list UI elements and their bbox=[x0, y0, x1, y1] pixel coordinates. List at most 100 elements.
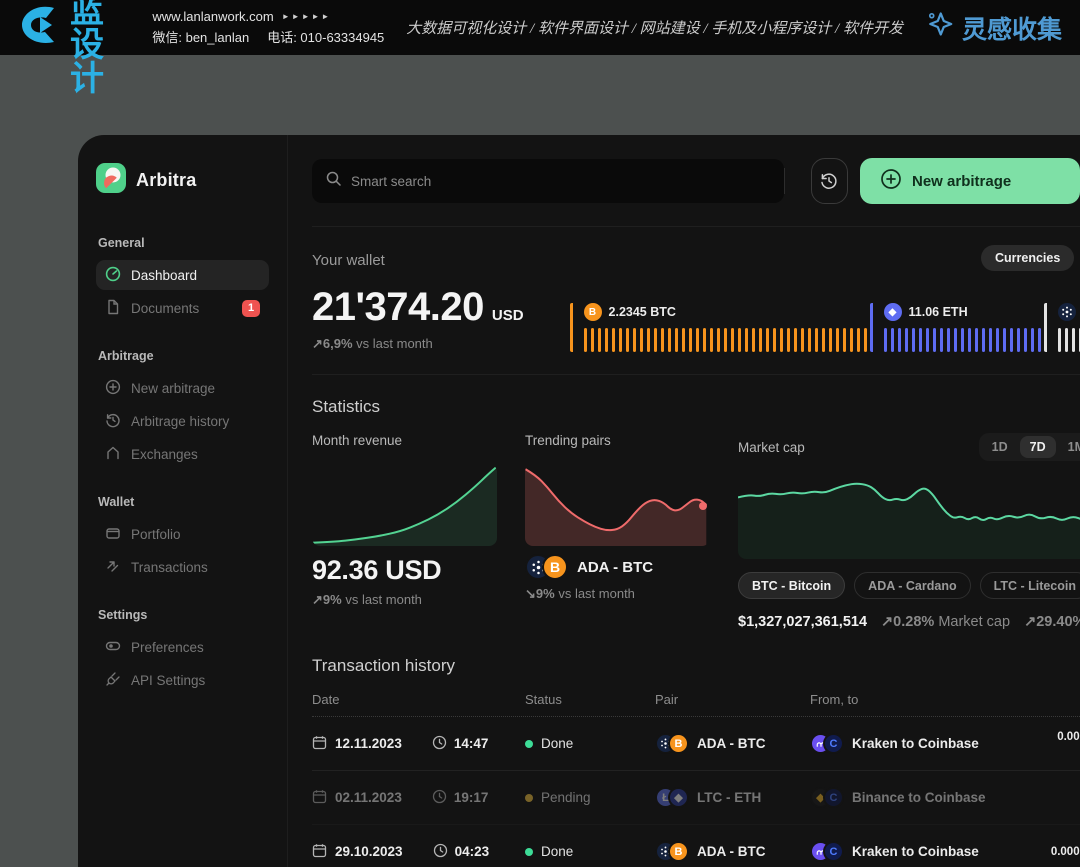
trend-up-icon: ↗ bbox=[1024, 614, 1036, 630]
status-badge: Done bbox=[541, 844, 573, 859]
banner-wechat: 微信: ben_lanlan bbox=[152, 27, 249, 46]
trending-pairs-label: Trending pairs bbox=[525, 433, 710, 448]
dashboard-gauge-icon bbox=[105, 266, 121, 285]
sidebar-item-documents[interactable]: Documents 1 bbox=[96, 293, 269, 323]
sidebar-item-label: Arbitrage history bbox=[131, 414, 229, 429]
sidebar-section-settings: Settings bbox=[98, 608, 269, 622]
wallet-icon bbox=[105, 525, 121, 544]
transaction-history-title: Transaction history bbox=[312, 656, 1080, 676]
tx-time-value: 14:47 bbox=[454, 736, 489, 751]
sidebar-item-portfolio[interactable]: Portfolio bbox=[96, 519, 269, 549]
holding-btc[interactable]: B 2.2345 BTC bbox=[570, 303, 867, 352]
new-arbitrage-button[interactable]: New arbitrage bbox=[860, 158, 1080, 204]
holding-amount: 11.06 ETH bbox=[909, 305, 968, 319]
range-1d[interactable]: 1D bbox=[982, 436, 1018, 458]
sidebar-item-dashboard[interactable]: Dashboard bbox=[96, 260, 269, 290]
holding-amount: 2.2345 BTC bbox=[609, 305, 676, 319]
sidebar-item-label: API Settings bbox=[131, 673, 205, 688]
holding-eth[interactable]: ◆ 11.06 ETH bbox=[870, 303, 1041, 352]
status-pending-dot bbox=[525, 794, 533, 802]
pill-ltc-litecoin[interactable]: LTC - Litecoin bbox=[980, 572, 1080, 599]
ada-icon bbox=[1058, 303, 1076, 321]
sidebar-item-label: Exchanges bbox=[131, 447, 198, 462]
tx-route-label: Kraken to Coinbase bbox=[852, 844, 979, 859]
tx-pair-label: LTC - ETH bbox=[697, 790, 761, 805]
pill-btc-bitcoin[interactable]: BTC - Bitcoin bbox=[738, 572, 845, 599]
market-cap-chart bbox=[738, 471, 1080, 559]
trending-pair: B ADA - BTC bbox=[525, 554, 710, 580]
sidebar-item-exchanges[interactable]: Exchanges bbox=[96, 439, 269, 469]
sidebar-item-preferences[interactable]: Preferences bbox=[96, 632, 269, 662]
trending-pairs-card: Trending pairs B ADA - BTC ↘9% bbox=[525, 433, 710, 630]
sidebar-item-arbitrage-history[interactable]: Arbitrage history bbox=[96, 406, 269, 436]
volume-delta: ↗29.40% Volume (24h) bbox=[1024, 614, 1080, 630]
tx-time-value: 19:17 bbox=[454, 790, 489, 805]
tx-time-value: 04:23 bbox=[455, 844, 490, 859]
sidebar-section-wallet: Wallet bbox=[98, 495, 269, 509]
tx-route-label: Kraken to Coinbase bbox=[852, 736, 979, 751]
collect-label: 灵感收集 bbox=[962, 10, 1062, 46]
app-brand-name: Arbitra bbox=[136, 170, 196, 191]
table-row[interactable]: 02.11.2023 19:17 Pending Ł ◆ LTC - ETH ◆… bbox=[312, 771, 1080, 825]
arrows-icon: ►►►►► bbox=[282, 12, 332, 21]
trending-pairs-delta: ↘9% vs last month bbox=[525, 586, 710, 602]
market-cap-label: Market cap bbox=[738, 440, 805, 455]
trend-up-icon: ↗ bbox=[312, 336, 323, 351]
market-coin-pills: BTC - Bitcoin ADA - Cardano LTC - Liteco… bbox=[738, 572, 1080, 599]
lanlan-logo-text: 蓝蓝设计 bbox=[70, 0, 130, 96]
sidebar-item-label: Preferences bbox=[131, 640, 204, 655]
month-revenue-delta: ↗9% vs last month bbox=[312, 592, 497, 608]
exchange-building-icon bbox=[105, 445, 121, 464]
tab-currencies[interactable]: Currencies bbox=[981, 245, 1074, 271]
wallet-separator bbox=[312, 374, 1080, 375]
month-revenue-label: Month revenue bbox=[312, 433, 497, 448]
trending-pairs-chart bbox=[525, 464, 710, 546]
banner-services: 大数据可视化设计 / 软件界面设计 / 网站建设 / 手机及小程序设计 / 软件… bbox=[406, 17, 903, 38]
time-range-group: 1D 7D 1M bbox=[979, 433, 1080, 461]
wallet-holdings: B 2.2345 BTC ◆ 11.06 ETH bbox=[570, 303, 1080, 352]
tx-amount: 0.002 1 bbox=[1057, 730, 1080, 758]
wallet-delta: ↗6,9% vs last month bbox=[312, 336, 524, 352]
inspiration-collect[interactable]: 灵感收集 bbox=[925, 9, 1062, 46]
pill-ada-cardano[interactable]: ADA - Cardano bbox=[854, 572, 970, 599]
sidebar: Arbitra General Dashboard Documents 1 Ar… bbox=[78, 135, 288, 867]
topbar-divider bbox=[784, 168, 785, 194]
trend-up-icon: ↗ bbox=[881, 614, 893, 630]
sidebar-item-api-settings[interactable]: API Settings bbox=[96, 665, 269, 695]
table-row[interactable]: 29.10.2023 04:23 Done B ADA - BTC C bbox=[312, 825, 1080, 867]
status-done-dot bbox=[525, 740, 533, 748]
history-button[interactable] bbox=[811, 158, 848, 204]
tx-date-value: 02.11.2023 bbox=[335, 790, 402, 805]
banner-contact: www.lanlanwork.com ►►►►► 微信: ben_lanlan … bbox=[152, 9, 384, 46]
search-input[interactable] bbox=[351, 174, 770, 189]
range-1m[interactable]: 1M bbox=[1058, 436, 1080, 458]
lanlan-logo-icon bbox=[18, 3, 62, 52]
wallet-body: 21'374.20 USD ↗6,9% vs last month B 2.23… bbox=[312, 285, 1080, 352]
sidebar-item-label: Documents bbox=[131, 301, 199, 316]
plus-circle-icon bbox=[105, 379, 121, 398]
topbar-separator bbox=[312, 226, 1080, 227]
coinbase-icon: C bbox=[823, 733, 844, 754]
document-icon bbox=[105, 299, 121, 318]
search-bar[interactable] bbox=[312, 159, 784, 203]
table-row[interactable]: 12.11.2023 14:47 Done B ADA - BTC C bbox=[312, 717, 1080, 771]
sidebar-item-transactions[interactable]: Transactions bbox=[96, 552, 269, 582]
arbitra-logo-icon bbox=[96, 163, 126, 198]
market-cap-stats: $1,327,027,361,514 ↗0.28% Market cap ↗29… bbox=[738, 614, 1080, 630]
tx-route-label: Binance to Coinbase bbox=[852, 790, 986, 805]
btc-icon: B bbox=[584, 303, 602, 321]
wallet-balance: 21'374.20 USD ↗6,9% vs last month bbox=[312, 285, 524, 352]
sidebar-item-new-arbitrage[interactable]: New arbitrage bbox=[96, 373, 269, 403]
plus-circle-icon bbox=[880, 168, 902, 194]
market-cap-delta: ↗0.28% Market cap bbox=[881, 614, 1010, 630]
market-cap-value: $1,327,027,361,514 bbox=[738, 614, 867, 630]
lanlan-logo: 蓝蓝设计 bbox=[18, 0, 130, 96]
range-7d[interactable]: 7D bbox=[1020, 436, 1056, 458]
new-arbitrage-label: New arbitrage bbox=[912, 173, 1011, 190]
clock-icon bbox=[432, 735, 447, 753]
sidebar-section-general: General bbox=[98, 236, 269, 250]
holding-ada[interactable]: 5732.61 ADA bbox=[1044, 303, 1080, 352]
column-date: Date bbox=[312, 692, 525, 707]
market-cap-card: Market cap 1D 7D 1M BTC - Bitcoin ADA - … bbox=[738, 433, 1080, 630]
tx-date-value: 12.11.2023 bbox=[335, 736, 402, 751]
